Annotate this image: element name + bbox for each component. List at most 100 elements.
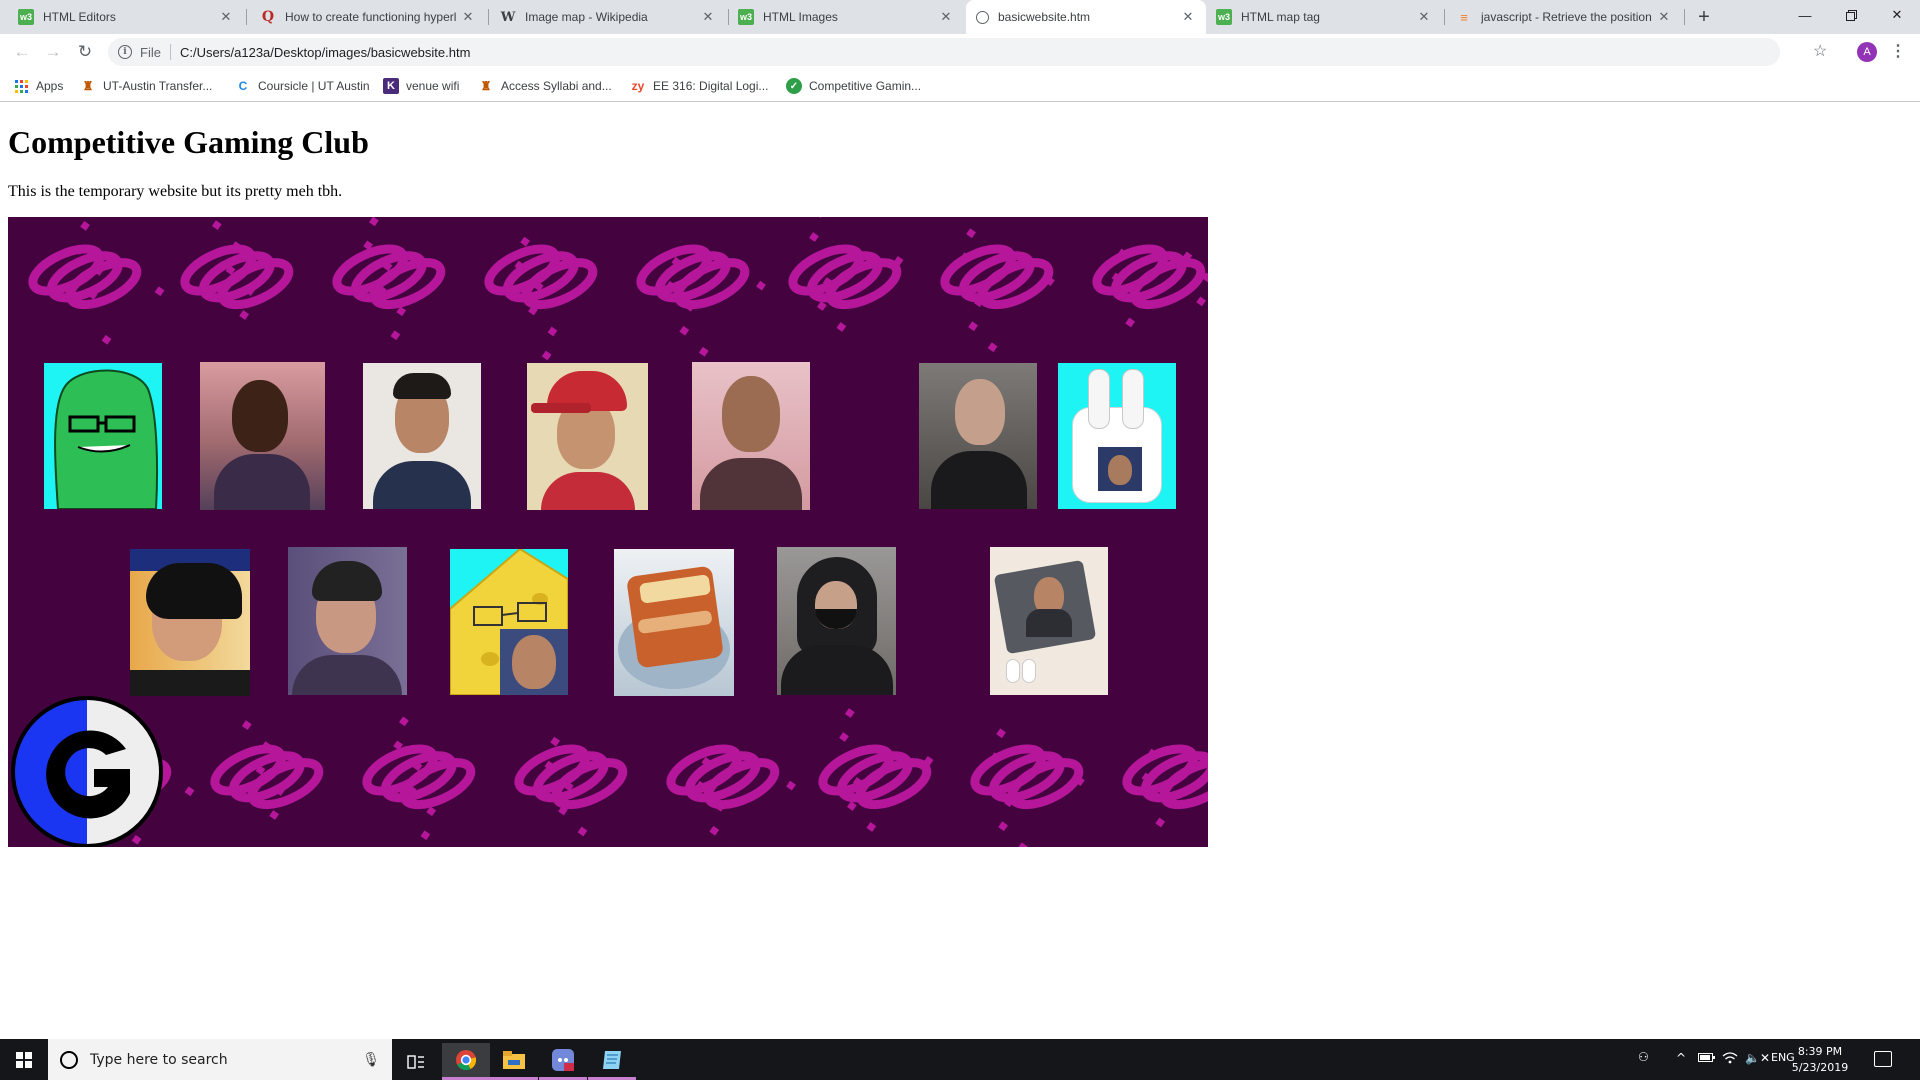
notes-app-icon[interactable] <box>588 1043 636 1080</box>
food-photo-lasagna[interactable] <box>614 549 734 696</box>
wifi-icon[interactable] <box>1722 1051 1738 1067</box>
restore-icon <box>1845 9 1857 21</box>
confetti-dot <box>541 350 552 361</box>
tab-html-map-tag[interactable]: w3 HTML map tag ✕ <box>1206 0 1442 34</box>
tab-divider <box>246 9 247 25</box>
minimize-button[interactable]: — <box>1782 0 1828 30</box>
quora-icon: Q <box>261 9 275 25</box>
page-paragraph: This is the temporary website but its pr… <box>8 183 343 200</box>
tab-retrieve-position[interactable]: ≡ javascript - Retrieve the position ✕ <box>1446 0 1682 34</box>
bookmark-ut-transfer[interactable]: ♜ UT-Austin Transfer... <box>80 77 213 95</box>
tab-title: Image map - Wikipedia <box>525 10 648 24</box>
battery-icon[interactable] <box>1698 1051 1716 1066</box>
member-photo-cheese[interactable] <box>450 549 568 695</box>
bookmark-venue-wifi[interactable]: K venue wifi <box>383 77 459 95</box>
tab-image-map-wikipedia[interactable]: W Image map - Wikipedia ✕ <box>490 0 726 34</box>
window-close-button[interactable]: ✕ <box>1874 0 1920 30</box>
bookmark-access-syllabi[interactable]: ♜ Access Syllabi and... <box>478 77 612 95</box>
page-title: Competitive Gaming Club <box>8 124 369 160</box>
confetti-dot <box>101 334 112 345</box>
club-logo[interactable] <box>8 695 168 847</box>
confetti-dot <box>816 301 827 311</box>
bookmark-ee316[interactable]: zy EE 316: Digital Logi... <box>630 77 769 95</box>
member-photo-5[interactable] <box>692 362 810 510</box>
microphone-icon[interactable]: 🎙 <box>362 1051 380 1068</box>
people-icon[interactable]: ⚇ <box>1638 1050 1649 1064</box>
w3schools-icon: w3 <box>1216 9 1232 25</box>
info-icon[interactable]: i <box>118 45 132 59</box>
file-explorer-icon[interactable] <box>490 1043 538 1080</box>
tab-divider <box>1684 9 1685 25</box>
close-icon[interactable]: ✕ <box>1416 9 1432 25</box>
coursicle-icon: C <box>238 79 248 93</box>
confetti-dot <box>420 830 431 841</box>
bookmark-competitive-gaming[interactable]: ✓ Competitive Gamin... <box>786 77 921 95</box>
notification-center-icon[interactable] <box>1874 1051 1892 1067</box>
task-view-icon[interactable] <box>392 1043 440 1080</box>
back-button[interactable]: ← <box>10 40 34 64</box>
member-photo-8[interactable] <box>288 547 407 695</box>
taskbar-clock[interactable]: 8:39 PM 5/23/2019 <box>1790 1044 1850 1076</box>
close-icon[interactable]: ✕ <box>218 9 234 25</box>
member-photo-airpods[interactable] <box>1058 363 1176 509</box>
confetti-dot <box>399 716 409 727</box>
restore-button[interactable] <box>1828 0 1874 30</box>
volume-muted-icon[interactable]: 🔈✕ <box>1745 1051 1770 1065</box>
image-map[interactable] <box>8 217 1208 847</box>
tab-html-images[interactable]: w3 HTML Images ✕ <box>728 0 964 34</box>
reload-button[interactable]: ↻ <box>73 40 97 64</box>
tab-hyperlink-question[interactable]: Q How to create functioning hyperl ✕ <box>250 0 486 34</box>
tab-divider <box>1444 9 1445 25</box>
bookmark-apps[interactable]: Apps <box>13 77 63 95</box>
member-photo-red-cap[interactable] <box>527 363 648 510</box>
w3schools-icon: w3 <box>18 9 34 25</box>
zybooks-icon: zy <box>631 79 645 93</box>
profile-avatar[interactable]: A <box>1857 42 1877 62</box>
close-icon[interactable]: ✕ <box>1656 9 1672 25</box>
streamer-swirl <box>666 744 780 810</box>
confetti-dot <box>709 825 720 836</box>
toolbar: ← → ↻ i File C:/Users/a123a/Desktop/imag… <box>0 34 1920 70</box>
discord-icon[interactable] <box>539 1043 587 1080</box>
bookmark-star-icon[interactable]: ☆ <box>1813 41 1827 61</box>
bookmark-label: Apps <box>36 79 64 93</box>
streamer-swirl <box>332 244 446 310</box>
confetti-dot <box>814 217 825 218</box>
confetti-dot <box>577 826 588 837</box>
streamer-swirl <box>940 244 1054 310</box>
tab-title: How to create functioning hyperl <box>285 10 456 24</box>
close-icon[interactable]: ✕ <box>938 9 954 25</box>
close-icon[interactable]: ✕ <box>1180 9 1196 25</box>
member-photo-3[interactable] <box>363 363 481 509</box>
address-url[interactable]: C:/Users/a123a/Desktop/images/basicwebsi… <box>180 45 470 60</box>
bookmark-label: EE 316: Digital Logi... <box>653 79 769 93</box>
confetti-dot <box>154 286 165 297</box>
confetti-dot <box>1125 317 1136 328</box>
confetti-dot <box>698 346 709 357</box>
forward-button[interactable]: → <box>41 40 65 64</box>
close-icon[interactable]: ✕ <box>700 9 716 25</box>
chrome-taskbar-icon[interactable] <box>442 1043 490 1080</box>
bookmarks-bar: Apps ♜ UT-Austin Transfer... C Coursicle… <box>0 70 1920 102</box>
new-tab-button[interactable]: + <box>1693 6 1715 28</box>
close-icon[interactable]: ✕ <box>460 9 476 25</box>
member-photo-2[interactable] <box>200 362 325 510</box>
streamer-swirl <box>788 244 902 310</box>
apps-grid-icon <box>13 78 29 94</box>
tab-basicwebsite[interactable]: basicwebsite.htm ✕ <box>966 0 1206 34</box>
confetti-dot <box>846 801 857 811</box>
streamer-swirl <box>484 244 598 310</box>
menu-icon[interactable]: ⋮ <box>1890 41 1906 61</box>
member-photo-doormat[interactable] <box>990 547 1108 695</box>
chevron-up-icon[interactable]: ^ <box>1676 1051 1686 1065</box>
taskbar-search[interactable]: Type here to search 🎙 <box>48 1039 392 1080</box>
member-photo-hooded[interactable] <box>777 547 896 695</box>
member-photo-6[interactable] <box>919 363 1037 509</box>
member-photo-green-avatar[interactable] <box>44 363 162 509</box>
address-bar[interactable]: i File C:/Users/a123a/Desktop/images/bas… <box>108 38 1780 66</box>
tab-html-editors[interactable]: w3 HTML Editors ✕ <box>8 0 244 34</box>
member-photo-profile[interactable] <box>130 549 250 696</box>
windows-start-icon[interactable] <box>0 1039 48 1080</box>
bookmark-coursicle[interactable]: C Coursicle | UT Austin <box>235 77 370 95</box>
confetti-dot <box>241 720 252 730</box>
